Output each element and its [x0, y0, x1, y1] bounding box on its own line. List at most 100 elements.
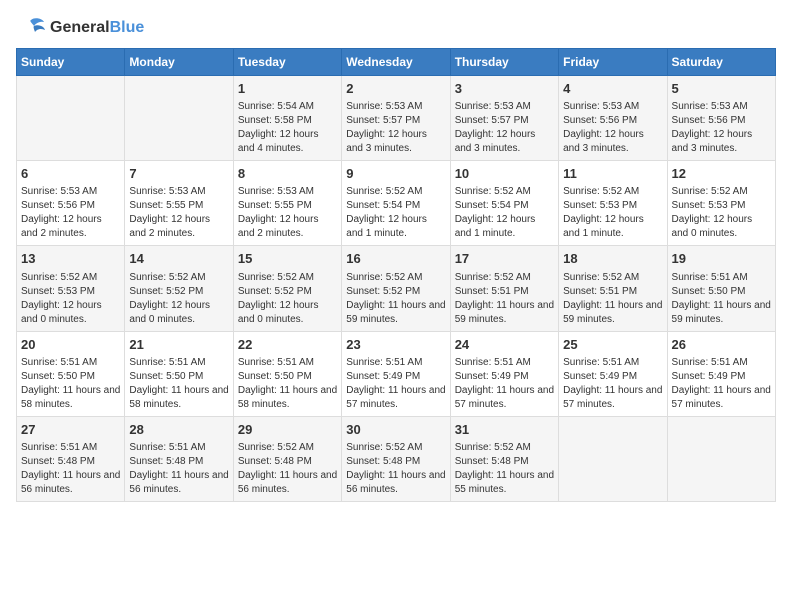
day-info: Sunrise: 5:52 AM Sunset: 5:52 PM Dayligh… [238, 271, 337, 327]
calendar-cell: 8 Sunrise: 5:53 AM Sunset: 5:55 PM Daylig… [233, 161, 341, 246]
day-info: Sunrise: 5:54 AM Sunset: 5:58 PM Dayligh… [238, 100, 337, 156]
day-info: Sunrise: 5:52 AM Sunset: 5:54 PM Dayligh… [346, 185, 445, 241]
calendar-cell: 21 Sunrise: 5:51 AM Sunset: 5:50 PM Dayli… [125, 331, 233, 416]
day-info: Sunrise: 5:51 AM Sunset: 5:50 PM Dayligh… [672, 271, 771, 327]
weekday-header: Sunday [17, 49, 125, 76]
day-number: 22 [238, 336, 337, 354]
calendar-table: SundayMondayTuesdayWednesdayThursdayFrid… [16, 48, 776, 502]
day-number: 15 [238, 250, 337, 268]
calendar-cell: 13 Sunrise: 5:52 AM Sunset: 5:53 PM Dayli… [17, 246, 125, 331]
day-info: Sunrise: 5:53 AM Sunset: 5:56 PM Dayligh… [672, 100, 771, 156]
calendar-cell: 14 Sunrise: 5:52 AM Sunset: 5:52 PM Dayli… [125, 246, 233, 331]
day-info: Sunrise: 5:53 AM Sunset: 5:57 PM Dayligh… [346, 100, 445, 156]
day-number: 29 [238, 421, 337, 439]
calendar-cell: 28Sunrise: 5:51 AM Sunset: 5:48 PM Dayli… [125, 416, 233, 501]
day-info: Sunrise: 5:52 AM Sunset: 5:48 PM Dayligh… [455, 441, 554, 497]
day-number: 30 [346, 421, 445, 439]
day-info: Sunrise: 5:53 AM Sunset: 5:55 PM Dayligh… [238, 185, 337, 241]
calendar-cell: 19 Sunrise: 5:51 AM Sunset: 5:50 PM Dayli… [667, 246, 775, 331]
calendar-cell [667, 416, 775, 501]
day-number: 21 [129, 336, 228, 354]
day-info: Sunrise: 5:52 AM Sunset: 5:53 PM Dayligh… [21, 271, 120, 327]
calendar-cell: 12 Sunrise: 5:52 AM Sunset: 5:53 PM Dayli… [667, 161, 775, 246]
day-info: Sunrise: 5:53 AM Sunset: 5:55 PM Dayligh… [129, 185, 228, 241]
calendar-cell: 15 Sunrise: 5:52 AM Sunset: 5:52 PM Dayli… [233, 246, 341, 331]
day-number: 4 [563, 80, 662, 98]
day-number: 1 [238, 80, 337, 98]
day-number: 6 [21, 165, 120, 183]
calendar-week-row: 27 Sunrise: 5:51 AM Sunset: 5:48 PM Dayli… [17, 416, 776, 501]
calendar-week-row: 1 Sunrise: 5:54 AM Sunset: 5:58 PM Daylig… [17, 76, 776, 161]
day-info: Sunrise: 5:51 AM Sunset: 5:50 PM Dayligh… [129, 356, 228, 412]
day-number: 5 [672, 80, 771, 98]
day-info: Sunrise: 5:53 AM Sunset: 5:56 PM Dayligh… [563, 100, 662, 156]
calendar-week-row: 6 Sunrise: 5:53 AM Sunset: 5:56 PM Daylig… [17, 161, 776, 246]
day-number: 16 [346, 250, 445, 268]
calendar-cell: 10 Sunrise: 5:52 AM Sunset: 5:54 PM Dayli… [450, 161, 558, 246]
day-number: 25 [563, 336, 662, 354]
day-info: Sunrise: 5:51 AM Sunset: 5:48 PM Dayligh… [129, 441, 228, 497]
calendar-cell: 31 Sunrise: 5:52 AM Sunset: 5:48 PM Dayli… [450, 416, 558, 501]
day-number: 17 [455, 250, 554, 268]
day-info: Sunrise: 5:52 AM Sunset: 5:51 PM Dayligh… [455, 271, 554, 327]
weekday-header: Tuesday [233, 49, 341, 76]
day-info: Sunrise: 5:51 AM Sunset: 5:48 PM Dayligh… [21, 441, 120, 497]
day-number: 13 [21, 250, 120, 268]
calendar-week-row: 13 Sunrise: 5:52 AM Sunset: 5:53 PM Dayli… [17, 246, 776, 331]
page-header: GeneralBlue [16, 16, 776, 40]
day-info: Sunrise: 5:51 AM Sunset: 5:49 PM Dayligh… [346, 356, 445, 412]
day-info: Sunrise: 5:52 AM Sunset: 5:48 PM Dayligh… [238, 441, 337, 497]
calendar-cell: 5 Sunrise: 5:53 AM Sunset: 5:56 PM Daylig… [667, 76, 775, 161]
calendar-cell: 11 Sunrise: 5:52 AM Sunset: 5:53 PM Dayli… [559, 161, 667, 246]
weekday-header: Wednesday [342, 49, 450, 76]
calendar-cell [125, 76, 233, 161]
calendar-cell: 1 Sunrise: 5:54 AM Sunset: 5:58 PM Daylig… [233, 76, 341, 161]
calendar-cell: 23 Sunrise: 5:51 AM Sunset: 5:49 PM Dayli… [342, 331, 450, 416]
day-info: Sunrise: 5:52 AM Sunset: 5:53 PM Dayligh… [563, 185, 662, 241]
day-number: 11 [563, 165, 662, 183]
day-info: Sunrise: 5:52 AM Sunset: 5:52 PM Dayligh… [129, 271, 228, 327]
logo-icon [16, 16, 46, 40]
day-number: 19 [672, 250, 771, 268]
day-info: Sunrise: 5:53 AM Sunset: 5:56 PM Dayligh… [21, 185, 120, 241]
day-number: 24 [455, 336, 554, 354]
day-number: 26 [672, 336, 771, 354]
day-info: Sunrise: 5:52 AM Sunset: 5:52 PM Dayligh… [346, 271, 445, 327]
calendar-cell: 6 Sunrise: 5:53 AM Sunset: 5:56 PM Daylig… [17, 161, 125, 246]
day-info: Sunrise: 5:51 AM Sunset: 5:50 PM Dayligh… [238, 356, 337, 412]
weekday-header: Thursday [450, 49, 558, 76]
day-number: 31 [455, 421, 554, 439]
calendar-cell: 27 Sunrise: 5:51 AM Sunset: 5:48 PM Dayli… [17, 416, 125, 501]
calendar-cell: 24 Sunrise: 5:51 AM Sunset: 5:49 PM Dayli… [450, 331, 558, 416]
weekday-header: Friday [559, 49, 667, 76]
calendar-cell: 20 Sunrise: 5:51 AM Sunset: 5:50 PM Dayli… [17, 331, 125, 416]
calendar-cell: 7 Sunrise: 5:53 AM Sunset: 5:55 PM Daylig… [125, 161, 233, 246]
day-info: Sunrise: 5:51 AM Sunset: 5:50 PM Dayligh… [21, 356, 120, 412]
day-number: 23 [346, 336, 445, 354]
day-info: Sunrise: 5:52 AM Sunset: 5:48 PM Dayligh… [346, 441, 445, 497]
day-number: 7 [129, 165, 228, 183]
calendar-cell: 25Sunrise: 5:51 AM Sunset: 5:49 PM Dayli… [559, 331, 667, 416]
calendar-body: 1 Sunrise: 5:54 AM Sunset: 5:58 PM Daylig… [17, 76, 776, 502]
day-number: 27 [21, 421, 120, 439]
calendar-cell: 18Sunrise: 5:52 AM Sunset: 5:51 PM Dayli… [559, 246, 667, 331]
day-number: 10 [455, 165, 554, 183]
day-number: 12 [672, 165, 771, 183]
day-number: 14 [129, 250, 228, 268]
calendar-cell: 3Sunrise: 5:53 AM Sunset: 5:57 PM Daylig… [450, 76, 558, 161]
day-info: Sunrise: 5:52 AM Sunset: 5:51 PM Dayligh… [563, 271, 662, 327]
calendar-cell: 22 Sunrise: 5:51 AM Sunset: 5:50 PM Dayli… [233, 331, 341, 416]
calendar-cell: 16 Sunrise: 5:52 AM Sunset: 5:52 PM Dayli… [342, 246, 450, 331]
calendar-cell: 26Sunrise: 5:51 AM Sunset: 5:49 PM Dayli… [667, 331, 775, 416]
day-info: Sunrise: 5:52 AM Sunset: 5:54 PM Dayligh… [455, 185, 554, 241]
calendar-cell: 4 Sunrise: 5:53 AM Sunset: 5:56 PM Daylig… [559, 76, 667, 161]
calendar-cell [17, 76, 125, 161]
calendar-week-row: 20 Sunrise: 5:51 AM Sunset: 5:50 PM Dayli… [17, 331, 776, 416]
day-info: Sunrise: 5:53 AM Sunset: 5:57 PM Dayligh… [455, 100, 554, 156]
calendar-cell [559, 416, 667, 501]
day-number: 8 [238, 165, 337, 183]
day-number: 20 [21, 336, 120, 354]
day-info: Sunrise: 5:51 AM Sunset: 5:49 PM Dayligh… [455, 356, 554, 412]
calendar-cell: 2Sunrise: 5:53 AM Sunset: 5:57 PM Daylig… [342, 76, 450, 161]
day-info: Sunrise: 5:52 AM Sunset: 5:53 PM Dayligh… [672, 185, 771, 241]
